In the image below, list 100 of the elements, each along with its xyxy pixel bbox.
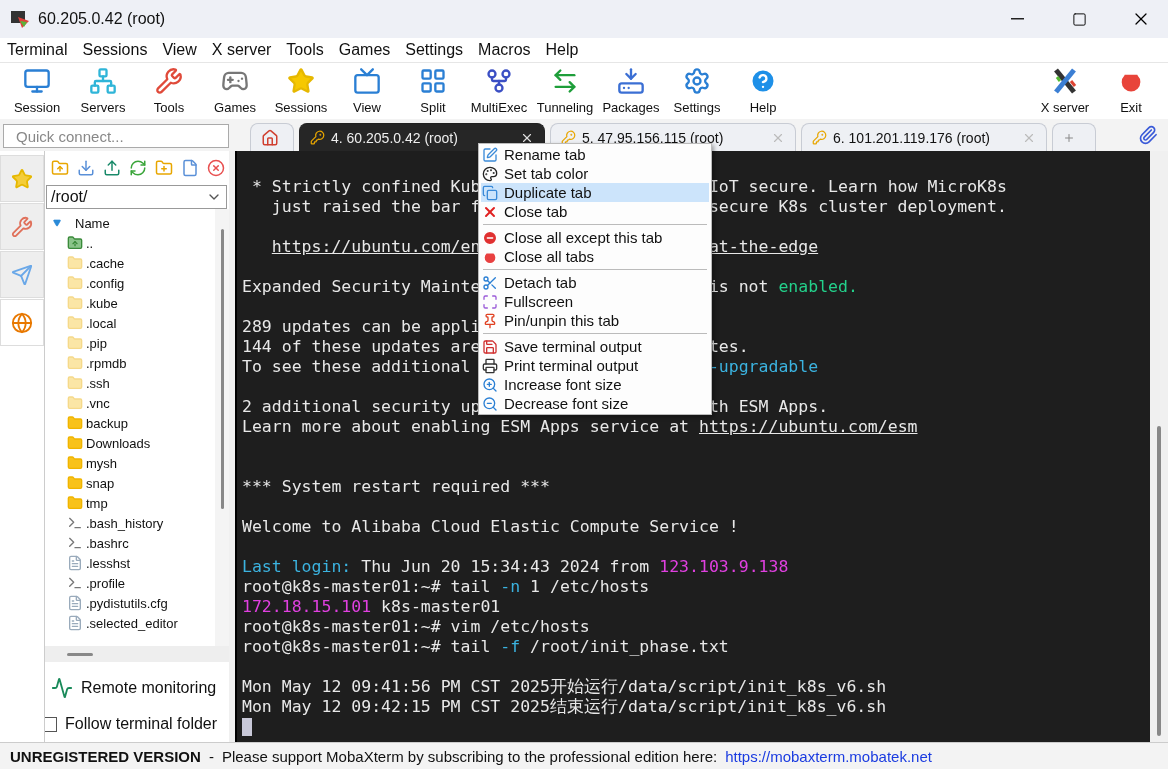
menu-item[interactable]: Decrease font size [481, 394, 709, 413]
terminal-link[interactable]: https://ubuntu.com/en [271, 237, 481, 257]
file-name[interactable]: .profile [86, 575, 126, 591]
refresh-icon[interactable] [129, 159, 147, 177]
menu-item[interactable]: Help [545, 41, 587, 59]
toolbar-button[interactable]: Packages [598, 65, 664, 117]
paperclip-icon[interactable] [1138, 125, 1158, 145]
menu-item[interactable]: Fullscreen [481, 292, 709, 311]
terminal-link[interactable]: https://ubuntu.com/esm [698, 417, 918, 437]
terminal-file-icon [67, 575, 83, 591]
toolbar-button[interactable]: View [334, 65, 400, 117]
file-name[interactable]: Downloads [86, 435, 151, 451]
toolbar-button[interactable]: MultiExec [466, 65, 532, 117]
terminal-link[interactable]: at-the-edge [708, 237, 819, 257]
file-icon [67, 555, 83, 571]
file-name[interactable]: .kube [86, 295, 118, 311]
folder-up-icon[interactable] [51, 159, 69, 177]
column-header[interactable]: Name [75, 215, 110, 231]
file-name[interactable]: .bash_history [86, 515, 164, 531]
toolbar-button[interactable]: Exit [1098, 65, 1164, 117]
file-name[interactable]: .pip [86, 335, 107, 351]
file-name[interactable]: .cache [86, 255, 125, 271]
download-icon[interactable] [77, 159, 95, 177]
toolbar-button[interactable]: Tunneling [532, 65, 598, 117]
side-tab[interactable] [0, 155, 44, 202]
separator-text: - [208, 747, 214, 765]
menu-item[interactable]: Close all tabs [481, 247, 709, 266]
upload-icon[interactable] [103, 159, 121, 177]
scissors-icon [482, 274, 498, 291]
menu-item[interactable]: View [162, 41, 205, 59]
folder-icon [67, 495, 83, 511]
terminal-text: Expanded Security Mainte [242, 277, 481, 297]
terminal-text: Welcome to Alibaba Cloud Elastic Compute Service ! [242, 517, 739, 537]
minimize-icon [1010, 18, 1024, 20]
file-name[interactable]: .config [86, 275, 125, 291]
file-name[interactable]: backup [86, 415, 128, 431]
new-file-icon[interactable] [181, 159, 199, 177]
menu-item[interactable]: Print terminal output [481, 356, 709, 375]
toolbar-button[interactable]: Tools [136, 65, 202, 117]
file-name[interactable]: .vnc [86, 395, 110, 411]
menu-item[interactable]: Pin/unpin this tab [481, 311, 709, 330]
file-name[interactable]: .ssh [86, 375, 110, 391]
file-name[interactable]: .bashrc [86, 535, 129, 551]
file-name[interactable]: .rpmdb [86, 355, 127, 371]
checkbox-label: Follow terminal folder [65, 715, 218, 733]
toolbar-button[interactable]: X server [1032, 65, 1098, 117]
menu-item[interactable]: Macros [478, 41, 539, 59]
sort-icon[interactable] [53, 219, 61, 227]
terminal-text: th ESM Apps. [708, 397, 829, 417]
toolbar-button[interactable]: Settings [664, 65, 730, 117]
menu-item[interactable]: Set tab color [481, 164, 709, 183]
menu-item[interactable]: Duplicate tab [481, 183, 709, 202]
home-tab[interactable] [250, 123, 294, 151]
side-tab[interactable] [0, 299, 44, 346]
menu-item[interactable]: Terminal [7, 41, 76, 59]
terminal-text: /root/init_phase.txt [529, 637, 729, 657]
file-name[interactable]: mysh [86, 455, 118, 471]
menu-item[interactable]: Close tab [481, 202, 709, 221]
quick-connect-field[interactable]: Quick connect... [3, 124, 229, 148]
file-name[interactable]: snap [86, 475, 115, 491]
toolbar-button[interactable]: Games [202, 65, 268, 117]
side-tab[interactable] [0, 203, 44, 250]
toolbar-button[interactable]: Split [400, 65, 466, 117]
terminal-text: root@k8s-master01:~# vim /etc/hosts [242, 617, 590, 637]
checkbox[interactable] [45, 716, 57, 732]
folder-icon [67, 475, 83, 491]
file-name[interactable]: .lesshst [86, 555, 131, 571]
side-tab[interactable] [0, 251, 44, 298]
toolbar-button[interactable]: Servers [70, 65, 136, 117]
file-name[interactable]: .pydistutils.cfg [86, 595, 168, 611]
menu-item[interactable]: Increase font size [481, 375, 709, 394]
website-link[interactable]: https://mobaxterm.mobatek.net [725, 747, 932, 765]
maximize-icon [1071, 11, 1087, 27]
remote-monitoring-button[interactable]: Remote monitoring [45, 670, 229, 706]
session-tab[interactable]: 6. 101.201.119.176 (root) [801, 123, 1047, 151]
file-name[interactable]: .. [86, 235, 94, 251]
edition-label: UNREGISTERED VERSION [10, 747, 201, 765]
terminal-text: 289 updates can be appli [242, 317, 481, 337]
drive-download-icon [617, 67, 645, 95]
file-name[interactable]: tmp [86, 495, 108, 511]
toolbar-button[interactable]: Session [4, 65, 70, 117]
menu-item[interactable]: Sessions [82, 41, 156, 59]
path-dropdown[interactable]: /root/ [46, 185, 227, 209]
session-tab[interactable]: 4. 60.205.0.42 (root) [299, 123, 545, 151]
terminal-text: secure K8s cluster deployment. [708, 197, 1007, 217]
toolbar-button[interactable]: Sessions [268, 65, 334, 117]
menu-item[interactable]: Close all except this tab [481, 228, 709, 247]
key-icon [812, 130, 827, 145]
menu-item[interactable]: Tools [286, 41, 332, 59]
wrench-icon [155, 67, 183, 95]
file-name[interactable]: .local [86, 315, 117, 331]
toolbar-button[interactable]: Help [730, 65, 796, 117]
menu-item[interactable]: X server [211, 41, 280, 59]
file-name[interactable]: .selected_editor [86, 615, 178, 631]
menu-item[interactable]: Detach tab [481, 273, 709, 292]
menu-item[interactable]: Settings [405, 41, 472, 59]
menu-item[interactable]: Games [338, 41, 399, 59]
folder-icon [67, 455, 83, 471]
menu-item[interactable]: Save terminal output [481, 337, 709, 356]
new-folder-icon[interactable] [155, 159, 173, 177]
